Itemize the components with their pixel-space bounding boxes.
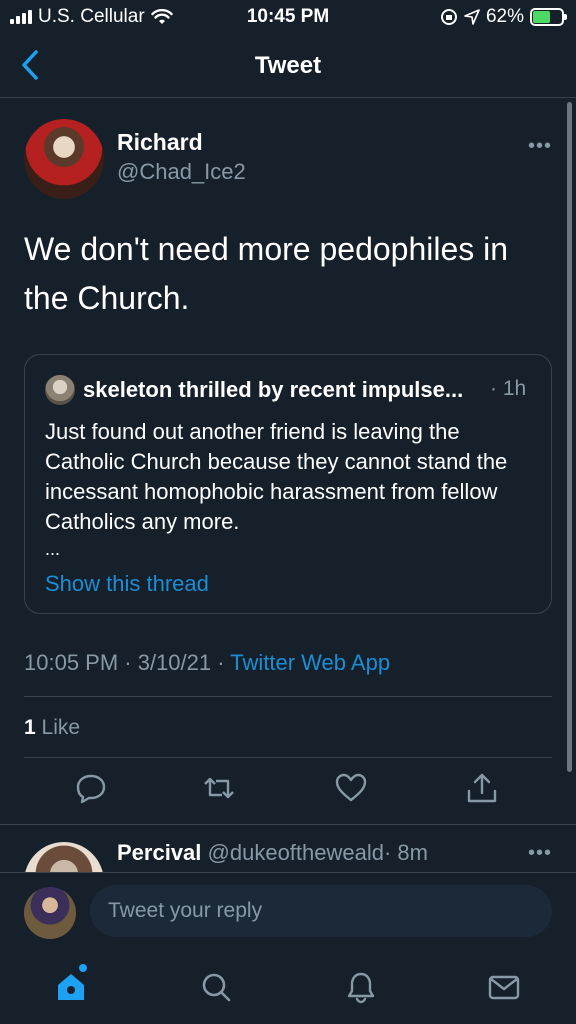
- more-dots-icon[interactable]: •••: [528, 135, 552, 158]
- battery-icon: [530, 8, 567, 26]
- author-name[interactable]: Richard: [117, 129, 203, 156]
- quote-time: · 1h: [490, 377, 527, 400]
- messages-icon: [488, 975, 520, 1000]
- divider: [24, 757, 552, 758]
- author-avatar[interactable]: [24, 119, 104, 199]
- like-count-label: Like: [35, 716, 81, 739]
- home-icon: [58, 974, 84, 1000]
- tab-search[interactable]: [199, 970, 233, 1004]
- new-content-dot: [79, 964, 87, 972]
- quoted-tweet[interactable]: skeleton thrilled by recent impulse... ·…: [24, 354, 552, 614]
- quote-text: Just found out another friend is leaving…: [45, 419, 508, 534]
- tweet-actions: [0, 771, 576, 811]
- retweet-icon: [204, 777, 234, 799]
- share-icon: [467, 773, 497, 803]
- tab-home[interactable]: [54, 970, 88, 1004]
- author-handle[interactable]: @Chad_Ice2: [117, 159, 246, 185]
- divider: [24, 696, 552, 697]
- battery-percent: 62%: [485, 6, 524, 27]
- notifications-icon: [347, 972, 375, 1004]
- quote-ellipsis: ...: [45, 539, 61, 559]
- nav-header: Tweet: [0, 34, 576, 98]
- tweet-metadata: 10:05 PM · 3/10/21 · Twitter Web App: [24, 650, 390, 676]
- like-count-number: 1: [24, 716, 36, 739]
- more-dots-icon[interactable]: •••: [528, 842, 552, 865]
- battery-fill: [533, 11, 551, 23]
- likes-count[interactable]: 1 Like: [24, 716, 80, 740]
- status-bar: U.S. Cellular 10:45 PM 62%: [0, 0, 576, 34]
- status-right: 62%: [440, 6, 567, 28]
- reply-author-handle: @dukeoftheweald: [207, 840, 384, 865]
- retweet-button[interactable]: [202, 771, 236, 805]
- page-title: Tweet: [254, 52, 322, 79]
- current-user-avatar[interactable]: [24, 887, 76, 939]
- reply-author[interactable]: Percival @dukeoftheweald· 8m: [117, 840, 428, 866]
- reply-author-name: Percival: [117, 840, 202, 865]
- share-button[interactable]: [465, 771, 499, 805]
- tab-messages[interactable]: [487, 970, 521, 1004]
- reply-compose-bar: [0, 872, 576, 952]
- quote-author-avatar: [45, 375, 75, 405]
- reply-input[interactable]: [90, 885, 552, 937]
- reply-time: · 8m: [383, 840, 428, 865]
- reply-author-avatar[interactable]: [24, 842, 104, 874]
- tweet-bottom-border: [0, 824, 576, 825]
- reply-button[interactable]: [74, 771, 108, 805]
- scrollbar[interactable]: [567, 102, 572, 772]
- reply-icon: [76, 774, 106, 804]
- tweet-text: We don't need more pedophiles in the Chu…: [24, 231, 509, 316]
- search-icon: [202, 973, 231, 1002]
- like-icon: [335, 773, 367, 802]
- screen-lock-icon: [440, 9, 457, 25]
- quote-author-name: skeleton thrilled by recent impulse...: [83, 377, 464, 402]
- tweet-source-link[interactable]: Twitter Web App: [230, 650, 390, 675]
- tweet-timestamp: 10:05 PM · 3/10/21 ·: [24, 650, 231, 675]
- like-button[interactable]: [334, 771, 368, 805]
- location-icon: [464, 9, 480, 25]
- reply-tweet[interactable]: Percival @dukeoftheweald· 8m •••: [0, 826, 576, 874]
- tab-bar: [0, 952, 576, 1024]
- show-thread-link[interactable]: Show this thread: [45, 571, 209, 597]
- tab-notifications[interactable]: [344, 970, 378, 1004]
